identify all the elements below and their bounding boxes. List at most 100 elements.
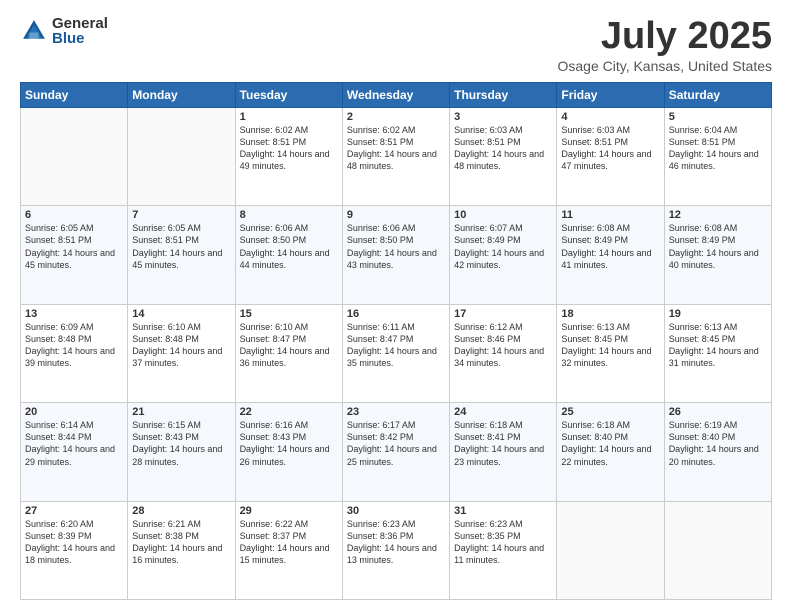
day-number: 3 [454,111,552,123]
calendar-cell: 14Sunrise: 6:10 AMSunset: 8:48 PMDayligh… [128,304,235,402]
calendar-week-row: 1Sunrise: 6:02 AMSunset: 8:51 PMDaylight… [21,107,772,205]
day-number: 26 [669,406,767,418]
cell-details: Sunrise: 6:03 AMSunset: 8:51 PMDaylight:… [561,124,659,173]
day-number: 21 [132,406,230,418]
calendar-cell [128,107,235,205]
cell-details: Sunrise: 6:23 AMSunset: 8:35 PMDaylight:… [454,518,552,567]
calendar-week-row: 27Sunrise: 6:20 AMSunset: 8:39 PMDayligh… [21,501,772,599]
logo-blue: Blue [52,31,108,46]
calendar-cell: 12Sunrise: 6:08 AMSunset: 8:49 PMDayligh… [664,206,771,304]
day-number: 22 [240,406,338,418]
day-number: 31 [454,505,552,517]
calendar-day-header: Saturday [664,82,771,107]
day-number: 2 [347,111,445,123]
calendar-cell: 28Sunrise: 6:21 AMSunset: 8:38 PMDayligh… [128,501,235,599]
calendar-cell: 13Sunrise: 6:09 AMSunset: 8:48 PMDayligh… [21,304,128,402]
calendar-cell [664,501,771,599]
calendar-cell [21,107,128,205]
cell-details: Sunrise: 6:16 AMSunset: 8:43 PMDaylight:… [240,419,338,468]
main-title: July 2025 [557,16,772,58]
day-number: 7 [132,209,230,221]
cell-details: Sunrise: 6:23 AMSunset: 8:36 PMDaylight:… [347,518,445,567]
calendar-cell: 8Sunrise: 6:06 AMSunset: 8:50 PMDaylight… [235,206,342,304]
calendar-day-header: Tuesday [235,82,342,107]
calendar-cell: 6Sunrise: 6:05 AMSunset: 8:51 PMDaylight… [21,206,128,304]
calendar-cell: 25Sunrise: 6:18 AMSunset: 8:40 PMDayligh… [557,403,664,501]
day-number: 5 [669,111,767,123]
cell-details: Sunrise: 6:13 AMSunset: 8:45 PMDaylight:… [561,321,659,370]
cell-details: Sunrise: 6:15 AMSunset: 8:43 PMDaylight:… [132,419,230,468]
calendar-cell: 4Sunrise: 6:03 AMSunset: 8:51 PMDaylight… [557,107,664,205]
logo-icon [20,17,48,45]
day-number: 29 [240,505,338,517]
day-number: 23 [347,406,445,418]
calendar-cell: 24Sunrise: 6:18 AMSunset: 8:41 PMDayligh… [450,403,557,501]
calendar-table: SundayMondayTuesdayWednesdayThursdayFrid… [20,82,772,600]
cell-details: Sunrise: 6:07 AMSunset: 8:49 PMDaylight:… [454,222,552,271]
calendar-cell: 5Sunrise: 6:04 AMSunset: 8:51 PMDaylight… [664,107,771,205]
day-number: 17 [454,308,552,320]
cell-details: Sunrise: 6:12 AMSunset: 8:46 PMDaylight:… [454,321,552,370]
calendar-cell [557,501,664,599]
calendar-cell: 1Sunrise: 6:02 AMSunset: 8:51 PMDaylight… [235,107,342,205]
day-number: 30 [347,505,445,517]
calendar-week-row: 20Sunrise: 6:14 AMSunset: 8:44 PMDayligh… [21,403,772,501]
cell-details: Sunrise: 6:18 AMSunset: 8:40 PMDaylight:… [561,419,659,468]
calendar-cell: 20Sunrise: 6:14 AMSunset: 8:44 PMDayligh… [21,403,128,501]
day-number: 6 [25,209,123,221]
cell-details: Sunrise: 6:11 AMSunset: 8:47 PMDaylight:… [347,321,445,370]
day-number: 14 [132,308,230,320]
calendar-cell: 16Sunrise: 6:11 AMSunset: 8:47 PMDayligh… [342,304,449,402]
cell-details: Sunrise: 6:09 AMSunset: 8:48 PMDaylight:… [25,321,123,370]
day-number: 24 [454,406,552,418]
calendar-cell: 15Sunrise: 6:10 AMSunset: 8:47 PMDayligh… [235,304,342,402]
calendar-cell: 19Sunrise: 6:13 AMSunset: 8:45 PMDayligh… [664,304,771,402]
calendar-cell: 17Sunrise: 6:12 AMSunset: 8:46 PMDayligh… [450,304,557,402]
calendar-cell: 2Sunrise: 6:02 AMSunset: 8:51 PMDaylight… [342,107,449,205]
cell-details: Sunrise: 6:05 AMSunset: 8:51 PMDaylight:… [25,222,123,271]
cell-details: Sunrise: 6:17 AMSunset: 8:42 PMDaylight:… [347,419,445,468]
day-number: 27 [25,505,123,517]
day-number: 18 [561,308,659,320]
calendar-cell: 31Sunrise: 6:23 AMSunset: 8:35 PMDayligh… [450,501,557,599]
logo-general: General [52,16,108,31]
calendar-cell: 10Sunrise: 6:07 AMSunset: 8:49 PMDayligh… [450,206,557,304]
calendar-week-row: 13Sunrise: 6:09 AMSunset: 8:48 PMDayligh… [21,304,772,402]
day-number: 25 [561,406,659,418]
calendar-day-header: Thursday [450,82,557,107]
day-number: 10 [454,209,552,221]
day-number: 1 [240,111,338,123]
calendar-week-row: 6Sunrise: 6:05 AMSunset: 8:51 PMDaylight… [21,206,772,304]
cell-details: Sunrise: 6:08 AMSunset: 8:49 PMDaylight:… [669,222,767,271]
day-number: 9 [347,209,445,221]
calendar-cell: 29Sunrise: 6:22 AMSunset: 8:37 PMDayligh… [235,501,342,599]
day-number: 12 [669,209,767,221]
cell-details: Sunrise: 6:22 AMSunset: 8:37 PMDaylight:… [240,518,338,567]
calendar-cell: 18Sunrise: 6:13 AMSunset: 8:45 PMDayligh… [557,304,664,402]
cell-details: Sunrise: 6:08 AMSunset: 8:49 PMDaylight:… [561,222,659,271]
cell-details: Sunrise: 6:04 AMSunset: 8:51 PMDaylight:… [669,124,767,173]
calendar-cell: 11Sunrise: 6:08 AMSunset: 8:49 PMDayligh… [557,206,664,304]
calendar-day-header: Friday [557,82,664,107]
calendar-header-row: SundayMondayTuesdayWednesdayThursdayFrid… [21,82,772,107]
cell-details: Sunrise: 6:02 AMSunset: 8:51 PMDaylight:… [347,124,445,173]
day-number: 15 [240,308,338,320]
calendar-cell: 21Sunrise: 6:15 AMSunset: 8:43 PMDayligh… [128,403,235,501]
cell-details: Sunrise: 6:05 AMSunset: 8:51 PMDaylight:… [132,222,230,271]
header: General Blue July 2025 Osage City, Kansa… [20,16,772,74]
day-number: 4 [561,111,659,123]
day-number: 13 [25,308,123,320]
calendar-cell: 26Sunrise: 6:19 AMSunset: 8:40 PMDayligh… [664,403,771,501]
cell-details: Sunrise: 6:19 AMSunset: 8:40 PMDaylight:… [669,419,767,468]
cell-details: Sunrise: 6:06 AMSunset: 8:50 PMDaylight:… [240,222,338,271]
cell-details: Sunrise: 6:06 AMSunset: 8:50 PMDaylight:… [347,222,445,271]
cell-details: Sunrise: 6:03 AMSunset: 8:51 PMDaylight:… [454,124,552,173]
logo-text: General Blue [52,16,108,46]
day-number: 19 [669,308,767,320]
calendar-cell: 7Sunrise: 6:05 AMSunset: 8:51 PMDaylight… [128,206,235,304]
cell-details: Sunrise: 6:02 AMSunset: 8:51 PMDaylight:… [240,124,338,173]
cell-details: Sunrise: 6:20 AMSunset: 8:39 PMDaylight:… [25,518,123,567]
day-number: 11 [561,209,659,221]
cell-details: Sunrise: 6:13 AMSunset: 8:45 PMDaylight:… [669,321,767,370]
calendar-day-header: Monday [128,82,235,107]
